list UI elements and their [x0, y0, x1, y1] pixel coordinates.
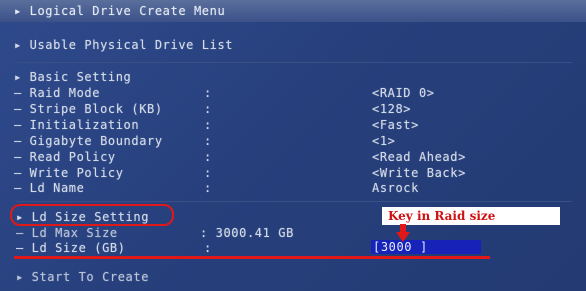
raid-mode-label: – Raid Mode — [14, 86, 101, 100]
stripe-block-colon: : — [204, 102, 212, 116]
divider — [16, 201, 572, 202]
annotation-underline — [14, 256, 490, 259]
ld-max-size-value: : 3000.41 GB — [200, 226, 294, 240]
initialization-label: – Initialization — [14, 118, 140, 132]
start-to-create-item[interactable]: ▸ Start To Create — [16, 270, 149, 284]
ld-size-input[interactable]: [3000 ] — [371, 240, 481, 254]
ld-max-size-label: – Ld Max Size — [16, 226, 118, 240]
stripe-block-label: – Stripe Block (KB) — [14, 102, 163, 116]
divider — [16, 62, 572, 63]
write-policy-value[interactable]: <Write Back> — [372, 166, 466, 180]
initialization-value[interactable]: <Fast> — [372, 118, 419, 132]
raid-mode-value[interactable]: <RAID 0> — [372, 86, 435, 100]
usable-physical-drive-list-item[interactable]: ▸ Usable Physical Drive List — [14, 38, 233, 52]
gigabyte-boundary-label: – Gigabyte Boundary — [14, 134, 163, 148]
write-policy-label: – Write Policy — [14, 166, 124, 180]
ld-name-value[interactable]: Asrock — [372, 181, 419, 195]
read-policy-value[interactable]: <Read Ahead> — [372, 150, 466, 164]
write-policy-colon: : — [204, 166, 212, 180]
ld-name-label: – Ld Name — [14, 181, 85, 195]
gigabyte-boundary-value[interactable]: <1> — [372, 134, 395, 148]
ld-name-colon: : — [204, 181, 212, 195]
annotation-callout: Key in Raid size — [382, 207, 560, 225]
bios-raid-screen: ▸ Logical Drive Create Menu ▸ Usable Phy… — [0, 0, 586, 291]
arrow-down-icon — [396, 224, 410, 242]
initialization-colon: : — [204, 118, 212, 132]
ld-size-colon: : — [204, 241, 212, 255]
annotation-circle — [10, 204, 174, 226]
stripe-block-value[interactable]: <128> — [372, 102, 411, 116]
read-policy-label: – Read Policy — [14, 150, 116, 164]
gigabyte-boundary-colon: : — [204, 134, 212, 148]
raid-mode-colon: : — [204, 86, 212, 100]
basic-setting-heading: ▸ Basic Setting — [14, 70, 132, 84]
menu-title: ▸ Logical Drive Create Menu — [14, 4, 226, 18]
ld-size-label: – Ld Size (GB) — [16, 241, 126, 255]
read-policy-colon: : — [204, 150, 212, 164]
